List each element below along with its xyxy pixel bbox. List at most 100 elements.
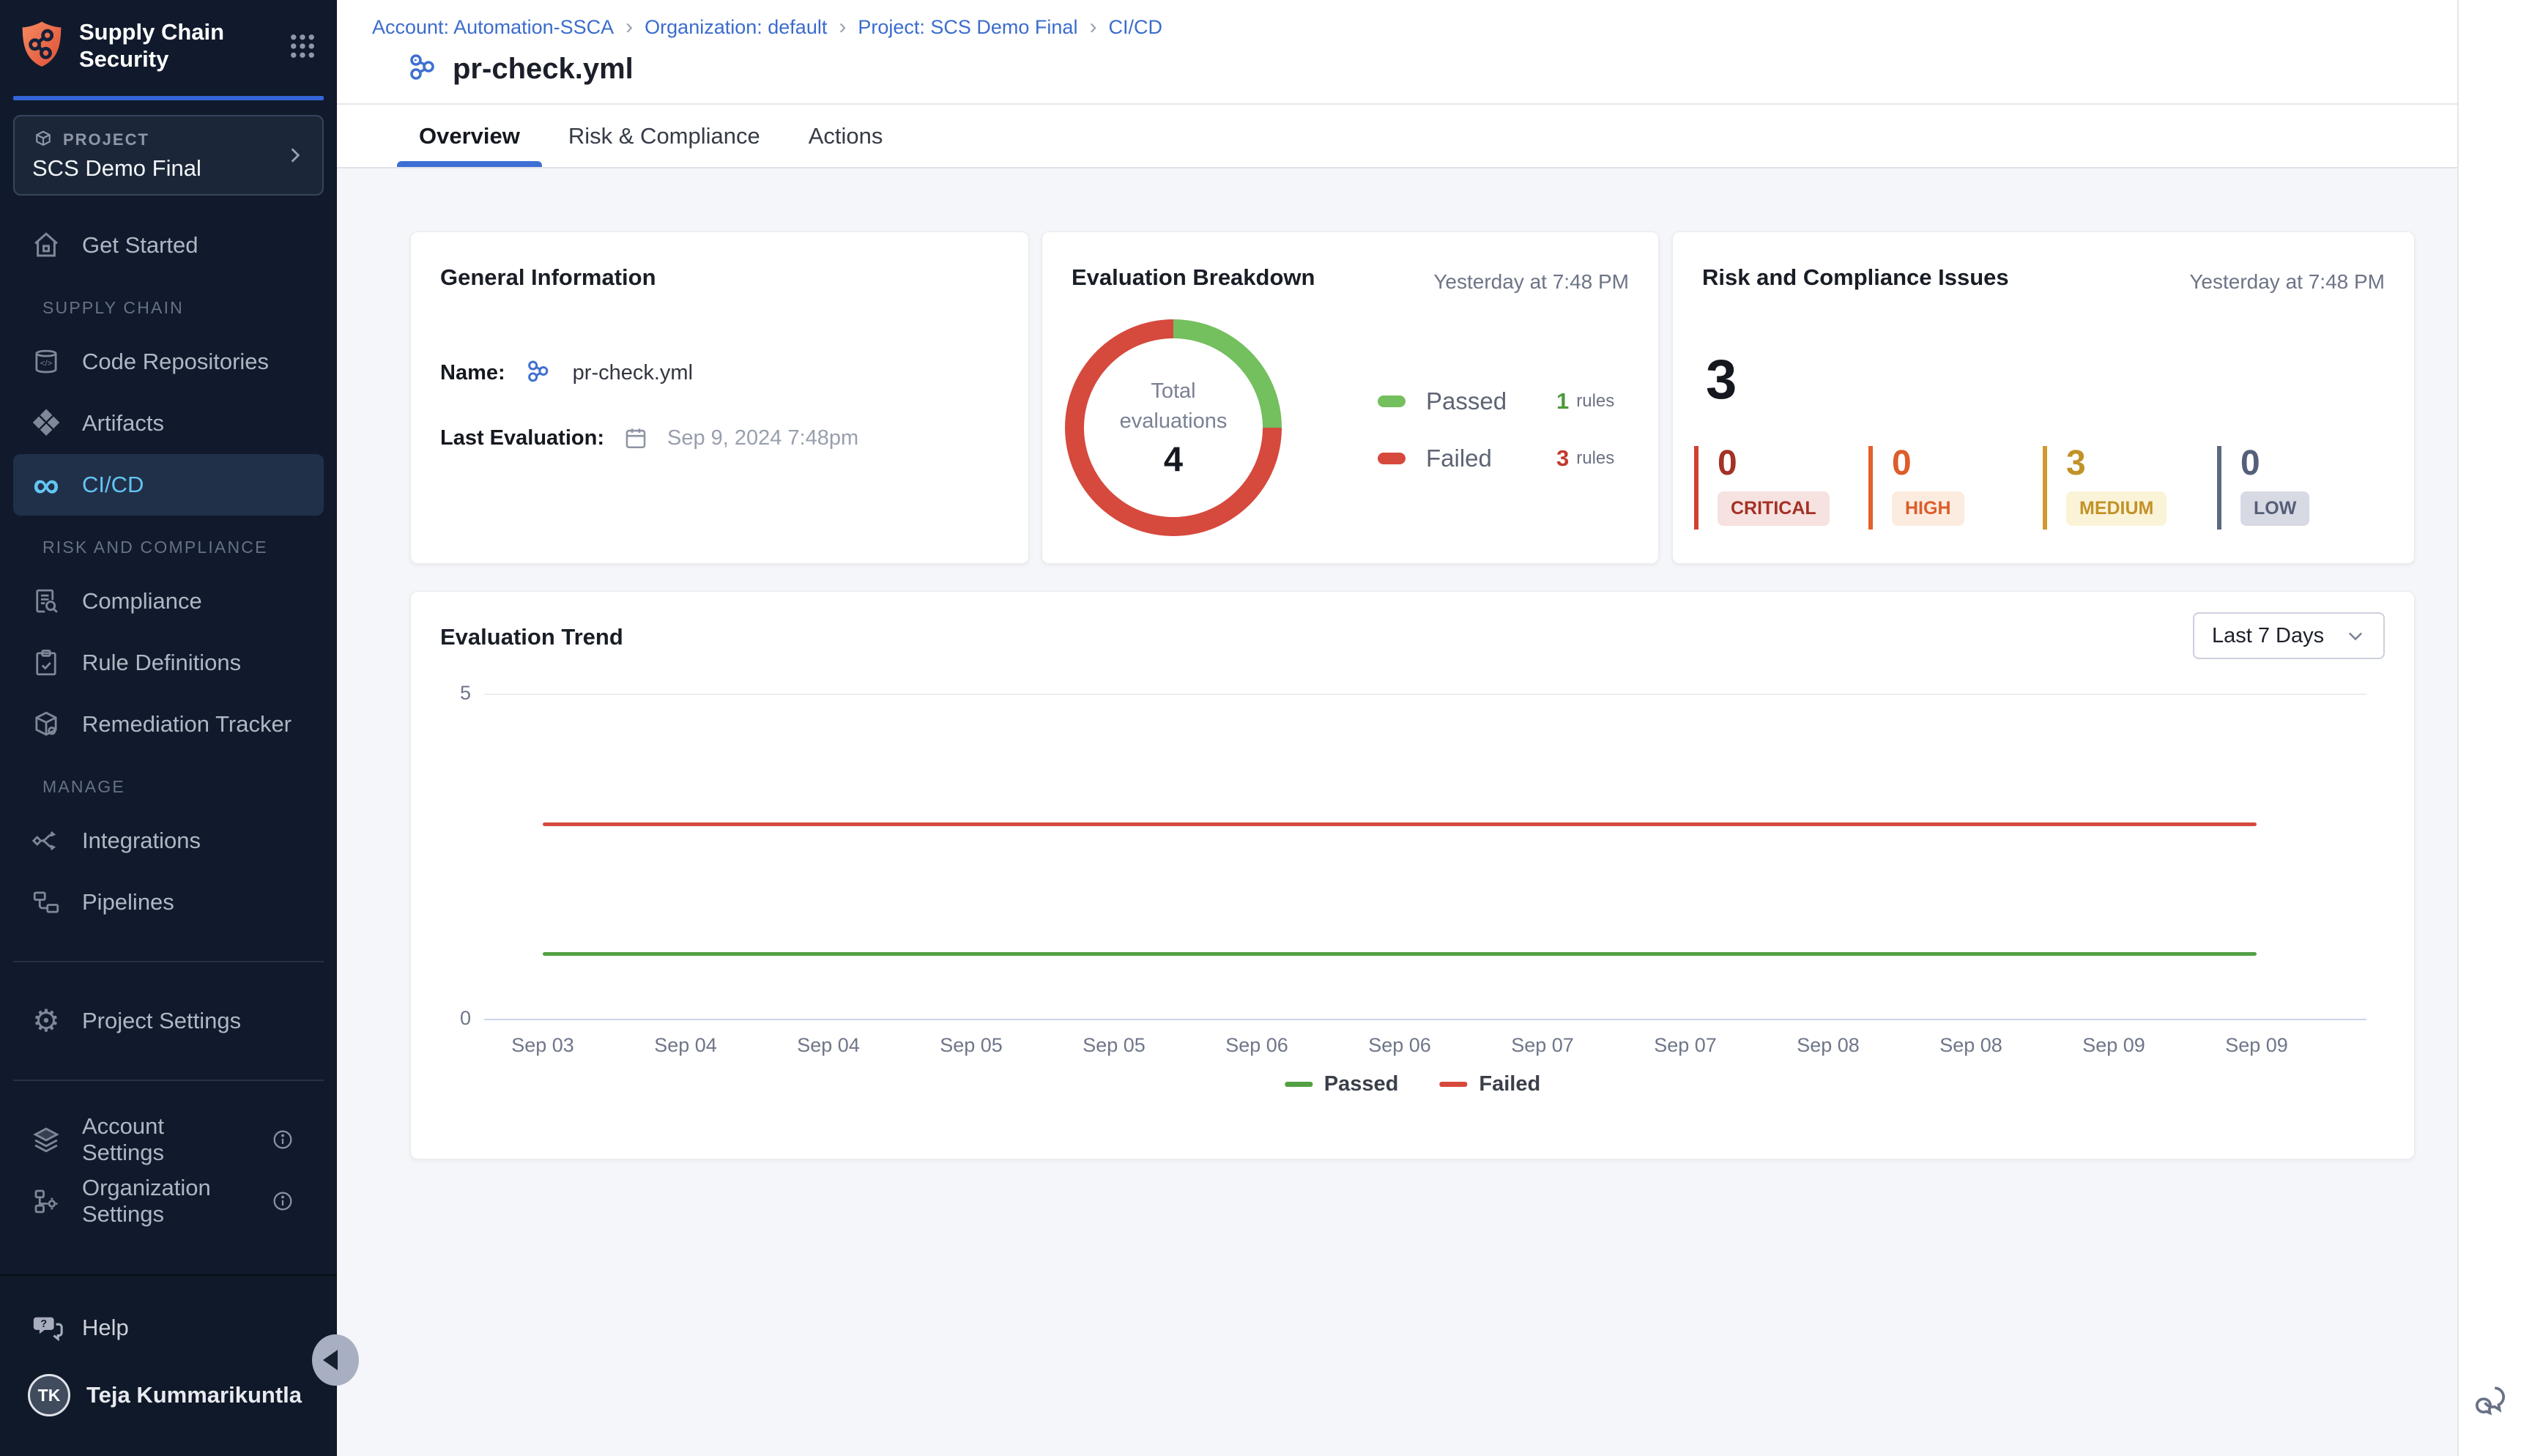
pipeline-icon	[406, 51, 441, 86]
info-icon[interactable]	[271, 1128, 294, 1151]
sidebar-item-label: CI/CD	[82, 472, 144, 498]
breakdown-legend-passed: Passed1rules	[1378, 387, 1614, 415]
sidebar-item-remediation-tracker[interactable]: Remediation Tracker	[13, 694, 324, 755]
sidebar-item-label: Artifacts	[82, 410, 164, 437]
content: General Information Name: pr-check.yml L…	[337, 168, 2457, 1456]
trend-legend-label: Passed	[1324, 1072, 1399, 1096]
brand-accent-divider	[13, 96, 324, 100]
supply-chain-security-logo-icon	[18, 20, 66, 73]
card-timestamp: Yesterday at 7:48 PM	[2189, 270, 2385, 294]
breakdown-legend: Passed1rules Failed3 rules	[1378, 387, 1614, 472]
severity-low: 0LOW	[2217, 446, 2391, 530]
breadcrumb-link-account-automation-ssca[interactable]: Account: Automation-SSCA	[372, 16, 614, 39]
sidebar-item-organization-settings[interactable]: Organization Settings	[13, 1170, 324, 1232]
trend-legend-passed: Passed	[1285, 1072, 1399, 1096]
home-icon	[29, 229, 63, 262]
tab-overview[interactable]: Overview	[419, 105, 520, 167]
legend-count: 3	[1556, 445, 1569, 472]
app-switcher-icon[interactable]	[287, 31, 318, 62]
help-chat-icon: ?	[31, 1311, 64, 1345]
info-icon[interactable]	[271, 1189, 294, 1213]
breadcrumb-link-project-scs-demo-final[interactable]: Project: SCS Demo Final	[858, 16, 1077, 39]
right-utility-strip	[2457, 0, 2521, 1456]
pipeline-icon	[524, 358, 554, 387]
tab-actions[interactable]: Actions	[809, 105, 883, 167]
sidebar-item-pipelines[interactable]: Pipelines	[13, 872, 324, 933]
nav-section-label-supply-chain: SUPPLY CHAIN	[0, 276, 337, 331]
severity-high: 0HIGH	[1868, 446, 2043, 530]
user-menu[interactable]: TK Teja Kummarikuntla	[0, 1345, 337, 1416]
sidebar-item-rule-definitions[interactable]: Rule Definitions	[13, 632, 324, 694]
evaluations-donut-chart: Total evaluations 4	[1065, 319, 1282, 536]
sidebar-item-label: Rule Definitions	[82, 650, 241, 676]
sidebar-item-compliance[interactable]: Compliance	[13, 571, 324, 632]
app-root: Supply Chain Security	[0, 0, 2521, 1456]
page-title: pr-check.yml	[453, 53, 634, 86]
compliance-icon	[29, 584, 63, 618]
risk-total-count: 3	[1706, 348, 1737, 412]
chat-support-icon[interactable]	[2472, 1383, 2509, 1419]
trend-range-select[interactable]: Last 7 Days	[2193, 612, 2385, 659]
card-risk-compliance-issues: Risk and Compliance Issues Yesterday at …	[1672, 231, 2415, 564]
severity-badge: MEDIUM	[2066, 491, 2167, 526]
severity-badge: CRITICAL	[1718, 491, 1830, 526]
sidebar-item-ci-cd[interactable]: ∞CI/CD	[13, 454, 324, 516]
sidebar-item-account-settings[interactable]: Account Settings	[13, 1109, 324, 1170]
series-line-passed	[543, 952, 2257, 956]
severity-count: 0	[2240, 446, 2391, 481]
project-selector-label: PROJECT	[63, 130, 149, 149]
x-tick-label: Sep 06	[1368, 1034, 1431, 1057]
x-axis-line	[484, 1019, 2366, 1020]
legend-count: 1	[1556, 388, 1569, 415]
chevron-left-icon	[323, 1350, 338, 1370]
chevron-down-icon	[2345, 625, 2366, 646]
sidebar-item-project-settings[interactable]: ⚙Project Settings	[13, 990, 324, 1052]
breadcrumb-link-organization-default[interactable]: Organization: default	[645, 16, 827, 39]
gridline-top	[484, 694, 2366, 695]
avatar: TK	[28, 1374, 70, 1416]
sidebar-item-code-repositories[interactable]: </>Code Repositories	[13, 331, 324, 393]
trend-legend: Passed Failed	[1285, 1072, 1540, 1096]
sidebar-item-integrations[interactable]: Integrations	[13, 810, 324, 872]
breadcrumb-separator-icon: ›	[625, 15, 633, 40]
passed-swatch-icon	[1378, 395, 1406, 407]
tab-risk-compliance[interactable]: Risk & Compliance	[568, 105, 760, 167]
main-area: Account: Automation-SSCA › Organization: d…	[337, 0, 2457, 1456]
sidebar-collapse-handle[interactable]	[312, 1334, 359, 1386]
trend-legend-failed: Failed	[1439, 1072, 1540, 1096]
legend-label: Failed	[1426, 445, 1556, 472]
name-value: pr-check.yml	[573, 361, 693, 385]
card-evaluation-trend: Evaluation Trend Last 7 Days 05 Sep 03Se…	[410, 591, 2415, 1159]
nav-divider	[13, 961, 324, 962]
breadcrumb-link-ci-cd[interactable]: CI/CD	[1108, 16, 1162, 39]
sidebar-item-label: Pipelines	[82, 889, 174, 915]
breadcrumb: Account: Automation-SSCA › Organization: d…	[372, 15, 2457, 40]
brand-name: Supply Chain Security	[79, 19, 224, 73]
project-selector[interactable]: PROJECT SCS Demo Final	[13, 115, 324, 196]
svg-text:?: ?	[40, 1318, 47, 1330]
cube-icon	[32, 129, 54, 151]
sidebar-item-get-started[interactable]: Get Started	[13, 215, 324, 276]
help-label: Help	[82, 1315, 129, 1341]
legend-label: Passed	[1426, 387, 1556, 415]
breakdown-legend-failed: Failed3 rules	[1378, 445, 1614, 472]
sidebar-item-help[interactable]: ? Help	[0, 1276, 337, 1345]
donut-total-value: 4	[1164, 439, 1183, 479]
passed-line-swatch-icon	[1285, 1082, 1313, 1087]
sidebar-item-label: Account Settings	[82, 1113, 252, 1166]
sidebar-item-label: Organization Settings	[82, 1175, 252, 1227]
legend-unit: rules	[1576, 448, 1614, 469]
last-evaluation-value: Sep 9, 2024 7:48pm	[667, 426, 858, 450]
x-tick-label: Sep 08	[1797, 1034, 1860, 1057]
severity-count: 3	[2066, 446, 2217, 481]
card-general-information: General Information Name: pr-check.yml L…	[410, 231, 1029, 564]
severity-badge: HIGH	[1892, 491, 1964, 526]
remediation-tracker-icon	[29, 707, 63, 741]
severity-count: 0	[1718, 446, 1868, 481]
sidebar-item-label: Code Repositories	[82, 349, 269, 375]
sidebar-item-label: Get Started	[82, 232, 198, 259]
failed-swatch-icon	[1378, 453, 1406, 464]
org-icon	[29, 1184, 63, 1218]
sidebar-item-artifacts[interactable]: ❖Artifacts	[13, 393, 324, 454]
sidebar-item-label: Remediation Tracker	[82, 711, 292, 738]
